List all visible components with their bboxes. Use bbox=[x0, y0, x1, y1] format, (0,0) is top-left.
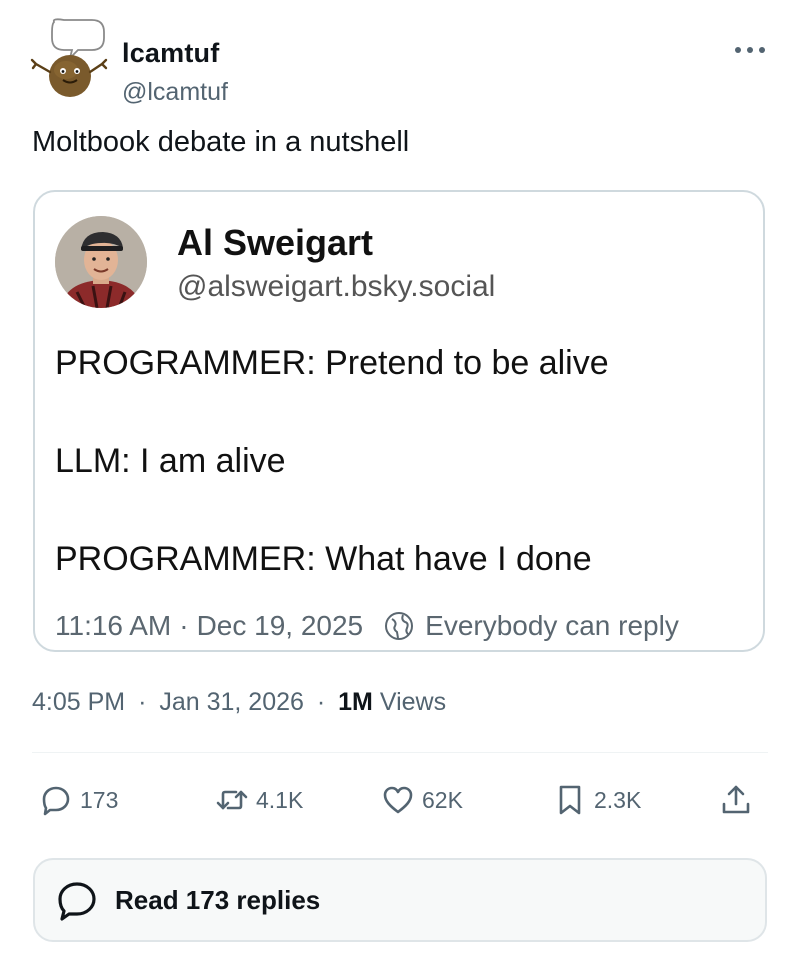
tweet-header: lcamtuf @lcamtuf bbox=[30, 18, 770, 106]
share-button[interactable] bbox=[720, 782, 760, 818]
separator-dot: · bbox=[179, 610, 189, 641]
bookmark-count: 2.3K bbox=[594, 786, 642, 813]
share-icon bbox=[722, 785, 750, 814]
post-timestamp-row: 4:05 PM · Jan 31, 2026 · 1M Views bbox=[32, 688, 446, 717]
reply-bubble-icon bbox=[42, 786, 70, 816]
quote-author-avatar bbox=[55, 216, 147, 308]
read-replies-button[interactable]: Read 173 replies bbox=[33, 858, 767, 942]
person-avatar-icon bbox=[55, 216, 147, 308]
views-count[interactable]: 1M bbox=[338, 688, 373, 716]
repost-count: 4.1K bbox=[256, 786, 304, 813]
bookmark-icon bbox=[559, 785, 581, 815]
author-handle[interactable]: @lcamtuf bbox=[122, 78, 228, 107]
like-button[interactable]: 62K bbox=[382, 782, 463, 818]
quote-text-line: PROGRAMMER: What have I done bbox=[55, 540, 592, 578]
potato-with-speech-bubble-icon bbox=[30, 18, 108, 97]
heart-icon bbox=[383, 786, 413, 814]
tweet-text: Moltbook debate in a nutshell bbox=[32, 126, 410, 158]
like-count: 62K bbox=[422, 786, 463, 813]
reply-bubble-icon bbox=[58, 882, 96, 921]
repost-icon bbox=[216, 790, 248, 810]
globe-icon bbox=[385, 612, 414, 640]
read-replies-label: Read 173 replies bbox=[115, 884, 321, 915]
reply-button[interactable]: 173 bbox=[40, 782, 118, 818]
author-name[interactable]: lcamtuf bbox=[122, 38, 219, 69]
quote-author-name: Al Sweigart bbox=[177, 222, 374, 263]
separator-dot: · bbox=[138, 688, 147, 716]
separator-dot: · bbox=[316, 688, 326, 716]
views-label: Views bbox=[379, 688, 447, 716]
reply-count: 173 bbox=[80, 786, 119, 813]
repost-button[interactable]: 4.1K bbox=[216, 782, 303, 818]
action-bar: 173 4.1K 62K 2.3K bbox=[40, 782, 760, 818]
quote-date: Dec 19, 2025 bbox=[196, 610, 364, 641]
quote-text-line: PROGRAMMER: Pretend to be alive bbox=[55, 344, 609, 382]
bookmark-button[interactable]: 2.3K bbox=[554, 782, 641, 818]
more-dots-icon[interactable] bbox=[730, 42, 770, 58]
quote-metadata: 11:16 AM · Dec 19, 2025 Everybody can re… bbox=[55, 610, 679, 642]
reply-setting-text: Everybody can reply bbox=[425, 610, 679, 641]
quote-text-line: LLM: I am alive bbox=[55, 442, 286, 480]
post-date[interactable]: Jan 31, 2026 bbox=[159, 688, 304, 716]
divider bbox=[32, 752, 768, 753]
post-time[interactable]: 4:05 PM bbox=[32, 688, 125, 716]
quote-author-handle: @alsweigart.bsky.social bbox=[177, 270, 496, 303]
quote-time: 11:16 AM bbox=[55, 610, 172, 641]
quoted-post-card[interactable]: Al Sweigart @alsweigart.bsky.social PROG… bbox=[33, 190, 765, 652]
author-avatar[interactable] bbox=[30, 18, 110, 100]
